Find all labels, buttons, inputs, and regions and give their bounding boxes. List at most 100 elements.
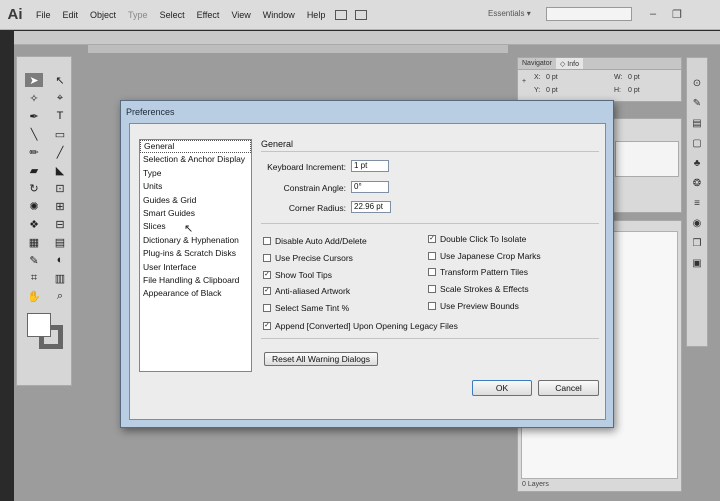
column-graph-tool-icon[interactable]: ▥ bbox=[51, 271, 69, 285]
reset-warning-dialogs-button[interactable]: Reset All Warning Dialogs bbox=[264, 352, 378, 366]
anti-aliased-artwork-checkbox[interactable]: ✓ Anti-aliased Artwork bbox=[263, 286, 350, 296]
corner-radius-input[interactable]: 22.96 pt bbox=[351, 201, 391, 213]
category-appearance-black[interactable]: Appearance of Black bbox=[140, 287, 251, 300]
lasso-tool-icon[interactable]: ⌖ bbox=[51, 91, 69, 105]
menu-effect[interactable]: Effect bbox=[191, 10, 226, 20]
checkbox-mark: ✓ bbox=[263, 322, 271, 330]
menu-type[interactable]: Type bbox=[122, 10, 154, 20]
use-preview-bounds-checkbox[interactable]: Use Preview Bounds bbox=[428, 301, 519, 311]
pencil-tool-icon[interactable]: ╱ bbox=[51, 145, 69, 159]
fill-stroke-swatches[interactable] bbox=[27, 313, 67, 353]
arrange-documents-icon[interactable] bbox=[355, 9, 368, 20]
line-tool-icon[interactable]: ╲ bbox=[25, 127, 43, 141]
mouse-cursor-icon: ↖ bbox=[184, 223, 194, 235]
section-title: General bbox=[261, 139, 294, 149]
menu-window[interactable]: Window bbox=[257, 10, 301, 20]
transform-pattern-tiles-checkbox[interactable]: Transform Pattern Tiles bbox=[428, 267, 528, 277]
dock-align-icon[interactable]: ≡ bbox=[694, 198, 700, 209]
tab-navigator[interactable]: Navigator bbox=[518, 58, 556, 69]
checkbox-label: Use Preview Bounds bbox=[440, 301, 519, 311]
layers-count: 0 Layers bbox=[522, 481, 549, 488]
disable-auto-add-delete-checkbox[interactable]: Disable Auto Add/Delete bbox=[263, 236, 367, 246]
constrain-angle-input[interactable]: 0° bbox=[351, 181, 389, 193]
warp-tool-icon[interactable]: ✺ bbox=[25, 199, 43, 213]
menu-edit[interactable]: Edit bbox=[57, 10, 85, 20]
blob-brush-tool-icon[interactable]: ▰ bbox=[25, 163, 43, 177]
shape-builder-tool-icon[interactable]: ❖ bbox=[25, 217, 43, 231]
perspective-grid-tool-icon[interactable]: ⊟ bbox=[51, 217, 69, 231]
menu-help[interactable]: Help bbox=[301, 10, 332, 20]
use-precise-cursors-checkbox[interactable]: Use Precise Cursors bbox=[263, 253, 353, 263]
menu-file[interactable]: File bbox=[30, 10, 57, 20]
checkbox-mark: ✓ bbox=[428, 235, 436, 243]
checkbox-mark bbox=[428, 268, 436, 276]
mesh-tool-icon[interactable]: ▦ bbox=[25, 235, 43, 249]
paintbrush-tool-icon[interactable]: ✏ bbox=[25, 145, 43, 159]
ok-button[interactable]: OK bbox=[472, 380, 532, 396]
scale-tool-icon[interactable]: ⊡ bbox=[51, 181, 69, 195]
workspace-switcher[interactable]: Essentials ▾ bbox=[488, 9, 531, 18]
category-type[interactable]: Type bbox=[140, 167, 251, 180]
category-plugins[interactable]: Plug-ins & Scratch Disks bbox=[140, 247, 251, 260]
restore-icon[interactable]: ❐ bbox=[672, 8, 682, 21]
eraser-tool-icon[interactable]: ◣ bbox=[51, 163, 69, 177]
category-guides-grid[interactable]: Guides & Grid bbox=[140, 194, 251, 207]
double-click-to-isolate-checkbox[interactable]: ✓ Double Click To Isolate bbox=[428, 234, 526, 244]
checkbox-label: Transform Pattern Tiles bbox=[440, 267, 529, 277]
cancel-button[interactable]: Cancel bbox=[538, 380, 599, 396]
eyedropper-tool-icon[interactable]: ✎ bbox=[25, 253, 43, 267]
checkbox-mark: ✓ bbox=[263, 271, 271, 279]
bridge-icon[interactable] bbox=[335, 9, 348, 20]
dock-symbols-icon[interactable]: ♣ bbox=[694, 158, 701, 169]
rotate-tool-icon[interactable]: ↻ bbox=[25, 181, 43, 195]
dock-layers-icon[interactable]: ❒ bbox=[693, 238, 702, 249]
dock-color-icon[interactable]: ⊙ bbox=[693, 78, 701, 89]
minimize-icon[interactable]: – bbox=[650, 8, 656, 20]
free-transform-tool-icon[interactable]: ⊞ bbox=[51, 199, 69, 213]
category-general[interactable]: General bbox=[140, 140, 251, 154]
use-japanese-crop-marks-checkbox[interactable]: Use Japanese Crop Marks bbox=[428, 251, 541, 261]
dock-artboards-icon[interactable]: ▣ bbox=[692, 258, 701, 269]
category-selection-anchor[interactable]: Selection & Anchor Display bbox=[140, 153, 251, 166]
blend-tool-icon[interactable]: ◐ bbox=[51, 253, 69, 267]
type-tool-icon[interactable]: T bbox=[51, 109, 69, 123]
app-logo: Ai bbox=[7, 6, 23, 23]
selection-tool-icon[interactable]: ➤ bbox=[25, 73, 43, 87]
scale-strokes-effects-checkbox[interactable]: Scale Strokes & Effects bbox=[428, 284, 529, 294]
symbol-sprayer-tool-icon[interactable]: ⌗ bbox=[25, 271, 43, 285]
dock-swatches-icon[interactable]: ▤ bbox=[692, 118, 701, 129]
gradient-tool-icon[interactable]: ▤ bbox=[51, 235, 69, 249]
checkbox-label: Use Precise Cursors bbox=[275, 253, 353, 263]
section-divider bbox=[261, 151, 599, 152]
dock-graphic-styles-icon[interactable]: ❂ bbox=[693, 178, 701, 189]
append-converted-checkbox[interactable]: ✓ Append [Converted] Upon Opening Legacy… bbox=[263, 321, 458, 331]
tab-info[interactable]: ◇ Info bbox=[555, 58, 583, 69]
workspace-label: Essentials bbox=[488, 9, 525, 18]
pen-tool-icon[interactable]: ✒ bbox=[25, 109, 43, 123]
rectangle-tool-icon[interactable]: ▭ bbox=[51, 127, 69, 141]
keyboard-increment-input[interactable]: 1 pt bbox=[351, 160, 389, 172]
select-same-tint-checkbox[interactable]: Select Same Tint % bbox=[263, 303, 349, 313]
category-slices[interactable]: Slices bbox=[140, 220, 251, 233]
zoom-tool-icon[interactable]: ⌕ bbox=[51, 289, 69, 303]
category-units[interactable]: Units bbox=[140, 180, 251, 193]
menu-view[interactable]: View bbox=[225, 10, 256, 20]
category-user-interface[interactable]: User Interface bbox=[140, 261, 251, 274]
show-tool-tips-checkbox[interactable]: ✓ Show Tool Tips bbox=[263, 270, 332, 280]
dock-brush-icon[interactable]: ✎ bbox=[693, 98, 701, 109]
magic-wand-tool-icon[interactable]: ✧ bbox=[25, 91, 43, 105]
checkbox-label: Use Japanese Crop Marks bbox=[440, 251, 541, 261]
dock-appearance-icon[interactable]: ◉ bbox=[693, 218, 702, 229]
category-dictionary[interactable]: Dictionary & Hyphenation bbox=[140, 234, 251, 247]
menu-select[interactable]: Select bbox=[154, 10, 191, 20]
category-file-handling[interactable]: File Handling & Clipboard bbox=[140, 274, 251, 287]
info-x-value: 0 pt bbox=[546, 74, 558, 81]
hand-tool-icon[interactable]: ✋ bbox=[25, 289, 43, 303]
checkbox-label: Append [Converted] Upon Opening Legacy F… bbox=[275, 321, 458, 331]
dock-stroke-icon[interactable]: ▢ bbox=[692, 138, 701, 149]
fill-swatch[interactable] bbox=[27, 313, 51, 337]
search-input[interactable] bbox=[546, 7, 632, 21]
category-smart-guides[interactable]: Smart Guides bbox=[140, 207, 251, 220]
direct-selection-tool-icon[interactable]: ↖ bbox=[51, 73, 69, 87]
menu-object[interactable]: Object bbox=[84, 10, 122, 20]
